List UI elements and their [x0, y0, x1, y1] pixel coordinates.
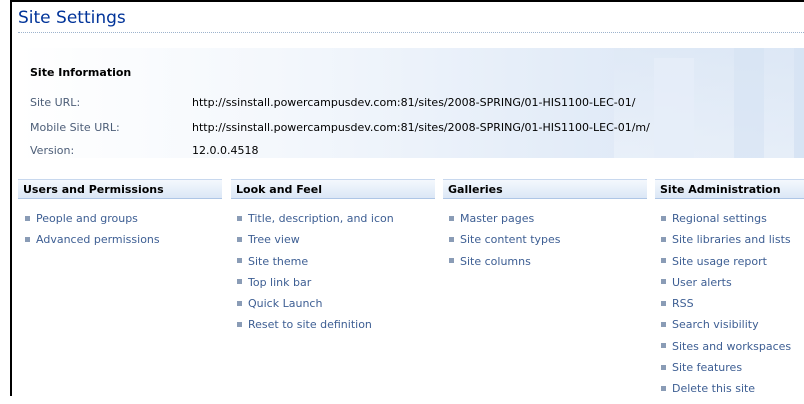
site-information-heading: Site Information	[30, 66, 132, 79]
bullet-icon	[661, 385, 666, 391]
users-and-permissions-header: Users and Permissions	[18, 179, 222, 199]
window-border-top	[10, 0, 804, 2]
galleries-list: Master pages Site content types Site col…	[449, 212, 561, 276]
bullet-icon	[661, 215, 666, 221]
link-people-and-groups[interactable]: People and groups	[36, 212, 138, 225]
version-label: Version:	[30, 144, 75, 157]
link-site-theme[interactable]: Site theme	[248, 255, 308, 268]
bullet-icon	[661, 364, 666, 370]
list-item: Site content types	[449, 233, 561, 254]
link-sites-and-workspaces[interactable]: Sites and workspaces	[672, 340, 791, 353]
bullet-icon	[449, 215, 454, 221]
list-item: Sites and workspaces	[661, 340, 791, 361]
bullet-icon	[25, 236, 30, 242]
bullet-icon	[449, 258, 454, 264]
bullet-icon	[661, 279, 666, 285]
bullet-icon	[237, 300, 242, 306]
bullet-icon	[661, 343, 666, 349]
link-title-description-icon[interactable]: Title, description, and icon	[248, 212, 394, 225]
list-item: User alerts	[661, 276, 791, 297]
link-reset-to-site-definition[interactable]: Reset to site definition	[248, 318, 372, 331]
list-item: Site theme	[237, 255, 394, 276]
bullet-icon	[25, 215, 30, 221]
link-delete-this-site[interactable]: Delete this site	[672, 382, 755, 395]
list-item: Advanced permissions	[25, 233, 160, 254]
bullet-icon	[661, 321, 666, 327]
link-site-content-types[interactable]: Site content types	[460, 233, 561, 246]
version-value: 12.0.0.4518	[192, 144, 259, 157]
bullet-icon	[449, 236, 454, 242]
link-top-link-bar[interactable]: Top link bar	[248, 276, 311, 289]
link-quick-launch[interactable]: Quick Launch	[248, 297, 322, 310]
site-administration-header: Site Administration	[655, 179, 804, 199]
link-tree-view[interactable]: Tree view	[248, 233, 300, 246]
site-url-label: Site URL:	[30, 96, 81, 109]
link-regional-settings[interactable]: Regional settings	[672, 212, 767, 225]
list-item: Delete this site	[661, 382, 791, 403]
bullet-icon	[237, 321, 242, 327]
users-and-permissions-list: People and groups Advanced permissions	[25, 212, 160, 255]
list-item: People and groups	[25, 212, 160, 233]
site-administration-list: Regional settings Site libraries and lis…	[661, 212, 791, 404]
link-rss[interactable]: RSS	[672, 297, 694, 310]
bullet-icon	[237, 279, 242, 285]
bullet-icon	[661, 300, 666, 306]
list-item: Tree view	[237, 233, 394, 254]
link-search-visibility[interactable]: Search visibility	[672, 318, 759, 331]
galleries-header: Galleries	[443, 179, 647, 199]
list-item: Quick Launch	[237, 297, 394, 318]
bullet-icon	[661, 258, 666, 264]
list-item: Site libraries and lists	[661, 233, 791, 254]
mobile-site-url-label: Mobile Site URL:	[30, 121, 120, 134]
bullet-icon	[237, 215, 242, 221]
bullet-icon	[237, 258, 242, 264]
list-item: Site columns	[449, 255, 561, 276]
list-item: Top link bar	[237, 276, 394, 297]
list-item: Site usage report	[661, 255, 791, 276]
banner-graphic	[614, 48, 794, 158]
link-master-pages[interactable]: Master pages	[460, 212, 534, 225]
list-item: Master pages	[449, 212, 561, 233]
title-divider	[18, 32, 804, 33]
link-site-features[interactable]: Site features	[672, 361, 742, 374]
list-item: Regional settings	[661, 212, 791, 233]
link-advanced-permissions[interactable]: Advanced permissions	[36, 233, 160, 246]
banner-graphic	[654, 58, 694, 158]
banner-graphic	[734, 48, 764, 158]
look-and-feel-list: Title, description, and icon Tree view S…	[237, 212, 394, 340]
site-url-value: http://ssinstall.powercampusdev.com:81/s…	[192, 96, 636, 109]
window-border-left	[10, 0, 12, 396]
list-item: Search visibility	[661, 318, 791, 339]
list-item: Site features	[661, 361, 791, 382]
look-and-feel-header: Look and Feel	[231, 179, 435, 199]
list-item: Reset to site definition	[237, 318, 394, 339]
link-site-usage-report[interactable]: Site usage report	[672, 255, 767, 268]
link-site-columns[interactable]: Site columns	[460, 255, 531, 268]
page-title: Site Settings	[18, 8, 126, 28]
bullet-icon	[237, 236, 242, 242]
link-site-libraries-and-lists[interactable]: Site libraries and lists	[672, 233, 791, 246]
link-user-alerts[interactable]: User alerts	[672, 276, 732, 289]
mobile-site-url-value: http://ssinstall.powercampusdev.com:81/s…	[192, 121, 650, 134]
bullet-icon	[661, 236, 666, 242]
list-item: RSS	[661, 297, 791, 318]
list-item: Title, description, and icon	[237, 212, 394, 233]
